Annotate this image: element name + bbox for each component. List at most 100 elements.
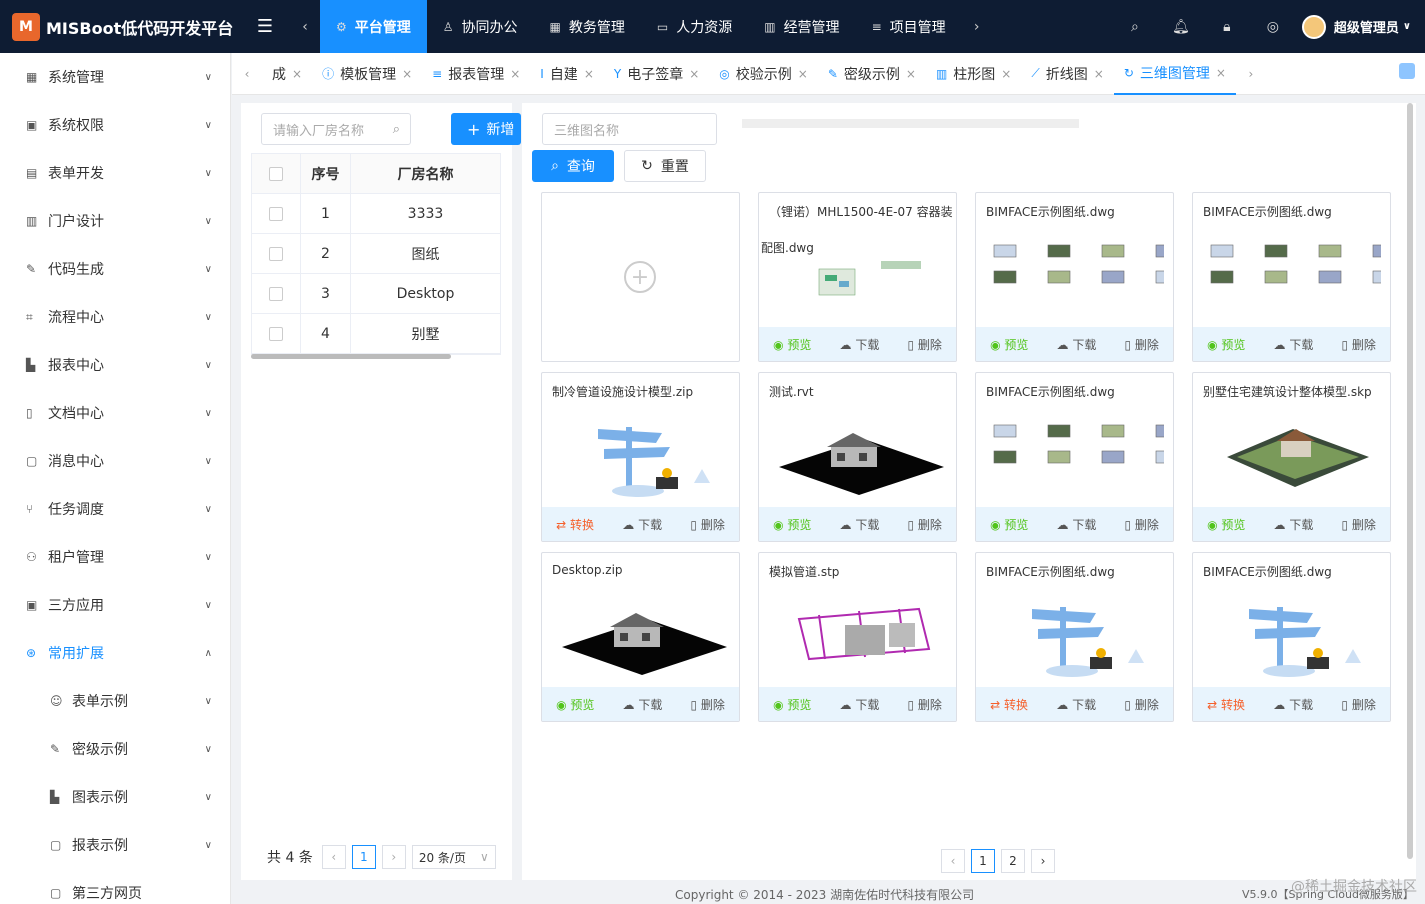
page-number[interactable]: 1	[351, 845, 376, 869]
tab-item[interactable]: I 自建 ×	[530, 53, 604, 95]
lock-icon[interactable]: 🔒︎	[1204, 19, 1250, 35]
delete-button[interactable]: ▯ 删除	[1341, 696, 1375, 713]
download-button[interactable]: ☁ 下载	[622, 516, 662, 533]
tab-item[interactable]: ▥ 柱形图 ×	[926, 53, 1021, 95]
top-nav-item[interactable]: ▭ 人力资源	[641, 0, 748, 53]
nav-left-arrow-icon[interactable]: ‹	[290, 19, 320, 35]
query-button[interactable]: ⌕ 查询	[532, 150, 614, 182]
delete-button[interactable]: ▯ 删除	[1341, 336, 1375, 353]
tabs-right-arrow-icon[interactable]: ›	[1236, 67, 1266, 81]
table-row[interactable]: 1 3333	[252, 194, 500, 234]
sidebar-item[interactable]: ▙ 报表中心 ∨	[0, 341, 230, 389]
download-button[interactable]: ☁ 下载	[623, 696, 663, 713]
delete-button[interactable]: ▯ 删除	[1124, 336, 1158, 353]
table-row[interactable]: 2 图纸	[252, 234, 500, 274]
row-checkbox[interactable]	[269, 286, 283, 301]
sidebar-item[interactable]: ⚇ 租户管理 ∨	[0, 533, 230, 581]
close-icon[interactable]: ×	[292, 67, 302, 81]
preview-button[interactable]: ◉ 预览	[990, 336, 1028, 353]
app-logo[interactable]: M MISBoot低代码开发平台	[0, 0, 240, 53]
close-icon[interactable]: ×	[1216, 66, 1226, 80]
delete-button[interactable]: ▯ 删除	[690, 696, 724, 713]
delete-button[interactable]: ▯ 删除	[907, 696, 941, 713]
delete-button[interactable]: ▯ 删除	[1341, 516, 1375, 533]
next-page-button[interactable]: ›	[1031, 849, 1055, 873]
convert-button[interactable]: ⇄ 转换	[990, 696, 1028, 713]
globe-icon[interactable]: ◎	[1250, 19, 1296, 35]
convert-button[interactable]: ⇄ 转换	[556, 516, 594, 533]
delete-button[interactable]: ▯ 删除	[907, 336, 941, 353]
sidebar-item[interactable]: ▤ 表单开发 ∨	[0, 149, 230, 197]
tab-item[interactable]: ⓘ 模板管理 ×	[312, 53, 422, 95]
add-factory-button[interactable]: + 新增	[451, 113, 521, 145]
top-nav-item[interactable]: ≡ 项目管理	[856, 0, 962, 53]
row-checkbox[interactable]	[269, 206, 283, 221]
table-row[interactable]: 3 Desktop	[252, 274, 500, 314]
delete-button[interactable]: ▯ 删除	[690, 516, 724, 533]
model-thumbnail[interactable]	[552, 589, 730, 681]
download-button[interactable]: ☁ 下载	[1274, 516, 1314, 533]
model-card[interactable]: +	[541, 192, 740, 362]
sidebar-item[interactable]: ▙ 图表示例 ∨	[0, 773, 230, 821]
close-icon[interactable]: ×	[402, 67, 412, 81]
model-thumbnail[interactable]	[552, 409, 730, 501]
preview-button[interactable]: ◉ 预览	[990, 516, 1028, 533]
delete-button[interactable]: ▯ 删除	[1124, 696, 1158, 713]
delete-button[interactable]: ▯ 删除	[1124, 516, 1158, 533]
factory-search-input[interactable]: 请输入厂房名称 ⌕	[261, 113, 411, 145]
top-nav-item[interactable]: ▦ 教务管理	[534, 0, 641, 53]
sidebar-item[interactable]: ⑂ 任务调度 ∨	[0, 485, 230, 533]
bell-icon[interactable]: 🔔︎	[1158, 19, 1204, 35]
page-number[interactable]: 1	[971, 849, 995, 873]
preview-button[interactable]: ◉ 预览	[773, 696, 811, 713]
sidebar-item[interactable]: ✎ 代码生成 ∨	[0, 245, 230, 293]
delete-button[interactable]: ▯ 删除	[907, 516, 941, 533]
close-icon[interactable]: ×	[1094, 67, 1104, 81]
prev-page-button[interactable]: ‹	[321, 845, 346, 869]
sidebar-item[interactable]: ▢ 第三方网页	[0, 869, 230, 904]
sidebar-item[interactable]: ⌗ 流程中心 ∨	[0, 293, 230, 341]
download-button[interactable]: ☁ 下载	[1057, 336, 1097, 353]
model-thumbnail[interactable]	[986, 589, 1164, 681]
tab-lock-icon[interactable]	[1399, 63, 1415, 79]
search-icon[interactable]: ⌕	[1112, 19, 1158, 35]
tab-item[interactable]: ⟋ 折线图 ×	[1021, 53, 1113, 95]
model-thumbnail[interactable]	[986, 409, 1173, 501]
sidebar-item[interactable]: ▥ 门户设计 ∨	[0, 197, 230, 245]
download-button[interactable]: ☁ 下载	[840, 696, 880, 713]
user-menu[interactable]: 超级管理员 ∨	[1296, 14, 1425, 39]
model-thumbnail[interactable]	[1203, 589, 1381, 681]
close-icon[interactable]: ×	[689, 67, 699, 81]
close-icon[interactable]: ×	[584, 67, 594, 81]
download-button[interactable]: ☁ 下载	[840, 516, 880, 533]
page-number[interactable]: 2	[1001, 849, 1025, 873]
top-nav-item[interactable]: ⚙ 平台管理	[320, 0, 427, 53]
reset-button[interactable]: ↻ 重置	[624, 150, 706, 182]
tab-item[interactable]: 成 ×	[262, 53, 312, 95]
close-icon[interactable]: ×	[906, 67, 916, 81]
close-icon[interactable]: ×	[798, 67, 808, 81]
download-button[interactable]: ☁ 下载	[840, 336, 880, 353]
menu-collapse-icon[interactable]: ☰	[240, 16, 290, 37]
download-button[interactable]: ☁ 下载	[1056, 696, 1096, 713]
tabs-left-arrow-icon[interactable]: ‹	[232, 67, 262, 81]
row-checkbox[interactable]	[269, 246, 283, 261]
top-nav-item[interactable]: ♙ 协同办公	[427, 0, 534, 53]
model-thumbnail[interactable]	[769, 589, 947, 681]
tab-item[interactable]: ◎ 校验示例 ×	[709, 53, 818, 95]
preview-button[interactable]: ◉ 预览	[1207, 516, 1245, 533]
table-horizontal-scrollbar[interactable]	[251, 354, 451, 359]
close-icon[interactable]: ×	[1001, 67, 1011, 81]
nav-right-arrow-icon[interactable]: ›	[962, 19, 992, 35]
close-icon[interactable]: ×	[510, 67, 520, 81]
sidebar-item[interactable]: ▣ 三方应用 ∨	[0, 581, 230, 629]
sidebar-item[interactable]: ✎ 密级示例 ∨	[0, 725, 230, 773]
tab-item[interactable]: ✎ 密级示例 ×	[818, 53, 926, 95]
sidebar-item[interactable]: ▦ 系统管理 ∨	[0, 53, 230, 101]
model-search-input[interactable]: 三维图名称	[542, 113, 717, 145]
next-page-button[interactable]: ›	[381, 845, 406, 869]
sidebar-item[interactable]: ☺ 表单示例 ∨	[0, 677, 230, 725]
table-row[interactable]: 4 别墅	[252, 314, 500, 354]
convert-button[interactable]: ⇄ 转换	[1207, 696, 1245, 713]
sidebar-item[interactable]: ▣ 系统权限 ∨	[0, 101, 230, 149]
